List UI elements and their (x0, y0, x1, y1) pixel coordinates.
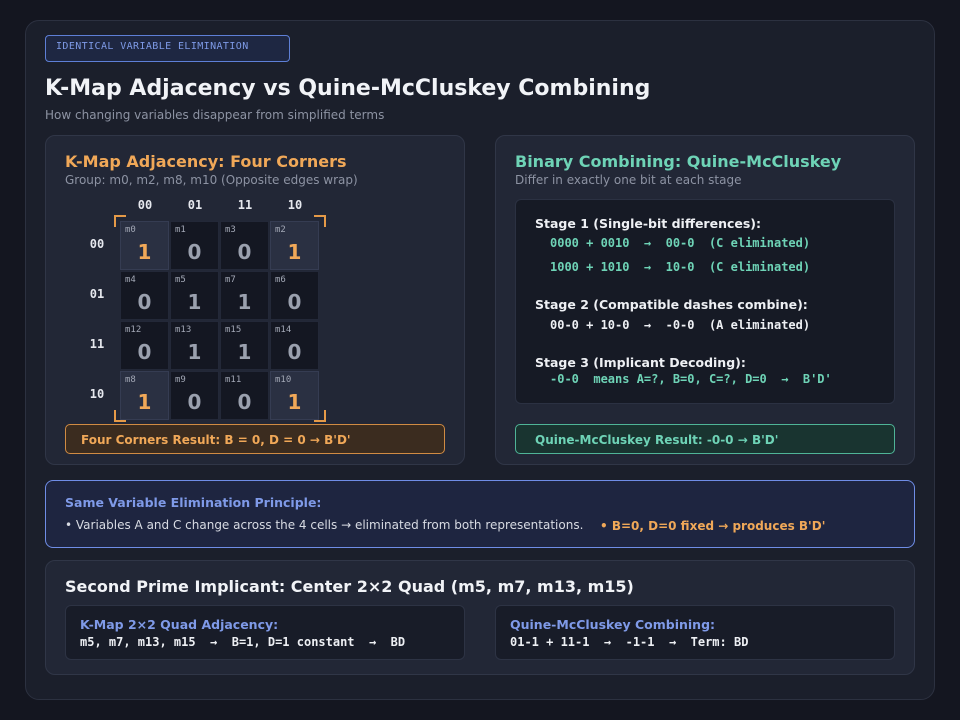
kmap-col-header: 00 (137, 198, 153, 212)
kmap-cell-value: 1 (187, 290, 202, 314)
kmap-cell-m12: m12 0 (120, 321, 169, 370)
kmap-cell-value: 1 (237, 290, 252, 314)
stage2-line: 00-0 + 10-0 → -0-0 (A eliminated) (550, 318, 811, 332)
kmap-cell-label: m8 (125, 375, 136, 385)
qm-card-subtitle: Differ in exactly one bit at each stage (515, 173, 742, 187)
kmap-cell-m6: m6 0 (270, 271, 319, 320)
kmap-cell-m1: m1 0 (170, 221, 219, 270)
kmap-col-header: 01 (187, 198, 203, 212)
kmap-cell-m3: m3 0 (220, 221, 269, 270)
kmap-cell-label: m2 (275, 225, 286, 235)
kmap-cell-m14: m14 0 (270, 321, 319, 370)
principle-right-text: • B=0, D=0 fixed → produces B'D' (600, 519, 826, 533)
kmap-cell-label: m1 (175, 225, 186, 235)
kmap-row-header: 10 (89, 387, 105, 401)
kmap-cell-m4: m4 0 (120, 271, 169, 320)
kmap-cell-value: 0 (237, 240, 252, 264)
kmap-col-header: 11 (237, 198, 253, 212)
kmap-cell-value: 1 (237, 340, 252, 364)
kmap-cell-label: m12 (125, 325, 142, 335)
stage3-line: -0-0 means A=?, B=0, C=?, D=0 → B'D' (550, 372, 832, 386)
kmap-cell-value: 0 (287, 340, 302, 364)
kmap-cell-value: 0 (137, 340, 152, 364)
kmap-cell-m7: m7 1 (220, 271, 269, 320)
kmap-cell-value: 1 (287, 240, 302, 264)
kmap-cell-label: m0 (125, 225, 136, 235)
kmap-cell-label: m6 (275, 275, 286, 285)
section-tag: IDENTICAL VARIABLE ELIMINATION (45, 35, 290, 62)
kmap-cell-value: 0 (237, 390, 252, 414)
kmap-card-subtitle: Group: m0, m2, m8, m10 (Opposite edges w… (65, 173, 358, 187)
second-implicant-title: Second Prime Implicant: Center 2×2 Quad … (65, 577, 634, 596)
page-subtitle: How changing variables disappear from si… (45, 108, 385, 122)
corner-bracket (114, 215, 126, 227)
stage1-line: 0000 + 0010 → 00-0 (C eliminated) (550, 236, 811, 250)
kmap-cell-value: 0 (187, 390, 202, 414)
kmap-cell-value: 1 (137, 390, 152, 414)
kmap-result: Four Corners Result: B = 0, D = 0 → B'D' (65, 424, 445, 454)
stage1-line: 1000 + 1010 → 10-0 (C eliminated) (550, 260, 811, 274)
qm-quad-line: 01-1 + 11-1 → -1-1 → Term: BD (510, 635, 749, 649)
stage1-title: Stage 1 (Single-bit differences): (535, 216, 762, 231)
kmap-cell-value: 0 (137, 290, 152, 314)
kmap-cell-label: m14 (275, 325, 292, 335)
principle-title: Same Variable Elimination Principle: (65, 495, 322, 510)
stage3-title: Stage 3 (Implicant Decoding): (535, 355, 746, 370)
kmap-cell-label: m4 (125, 275, 136, 285)
kmap-quad-line: m5, m7, m13, m15 → B=1, D=1 constant → B… (80, 635, 406, 649)
kmap-cell-label: m7 (225, 275, 236, 285)
qm-stages-box: Stage 1 (Single-bit differences): 0000 +… (515, 199, 895, 404)
kmap-cell-m13: m13 1 (170, 321, 219, 370)
kmap-cell-label: m11 (225, 375, 242, 385)
qm-quad-title: Quine-McCluskey Combining: (510, 617, 716, 632)
kmap-cell-value: 1 (137, 240, 152, 264)
kmap-cell-label: m3 (225, 225, 236, 235)
kmap-cell-value: 1 (287, 390, 302, 414)
kmap-cell-label: m15 (225, 325, 242, 335)
page-title: K-Map Adjacency vs Quine-McCluskey Combi… (45, 76, 651, 101)
principle-box: Same Variable Elimination Principle: • V… (45, 480, 915, 548)
corner-bracket (314, 410, 326, 422)
kmap-cell-label: m10 (275, 375, 292, 385)
qm-result: Quine-McCluskey Result: -0-0 → B'D' (515, 424, 895, 454)
qm-quad-box: Quine-McCluskey Combining: 01-1 + 11-1 →… (495, 605, 895, 660)
principle-left-text: • Variables A and C change across the 4 … (65, 518, 584, 532)
kmap-row-header: 00 (89, 237, 105, 251)
kmap-cell-label: m13 (175, 325, 192, 335)
stage2-title: Stage 2 (Compatible dashes combine): (535, 297, 808, 312)
corner-bracket (114, 410, 126, 422)
kmap-cell-m10: m10 1 (270, 371, 319, 420)
kmap-cell-value: 1 (187, 340, 202, 364)
kmap-cell-value: 0 (187, 240, 202, 264)
corner-bracket (314, 215, 326, 227)
kmap-cell-label: m9 (175, 375, 186, 385)
kmap-cell-m9: m9 0 (170, 371, 219, 420)
kmap-cell-label: m5 (175, 275, 186, 285)
kmap-cell-m11: m11 0 (220, 371, 269, 420)
kmap-cell-m5: m5 1 (170, 271, 219, 320)
kmap-quad-box: K-Map 2×2 Quad Adjacency: m5, m7, m13, m… (65, 605, 465, 660)
kmap-cell-m0: m0 1 (120, 221, 169, 270)
kmap-row-header: 01 (89, 287, 105, 301)
kmap-quad-title: K-Map 2×2 Quad Adjacency: (80, 617, 279, 632)
qm-card-title: Binary Combining: Quine-McCluskey (515, 152, 842, 171)
kmap-card-title: K-Map Adjacency: Four Corners (65, 152, 347, 171)
kmap-cell-m8: m8 1 (120, 371, 169, 420)
kmap-row-header: 11 (89, 337, 105, 351)
kmap-cell-m2: m2 1 (270, 221, 319, 270)
kmap-col-header: 10 (287, 198, 303, 212)
kmap-cell-m15: m15 1 (220, 321, 269, 370)
kmap-cell-value: 0 (287, 290, 302, 314)
